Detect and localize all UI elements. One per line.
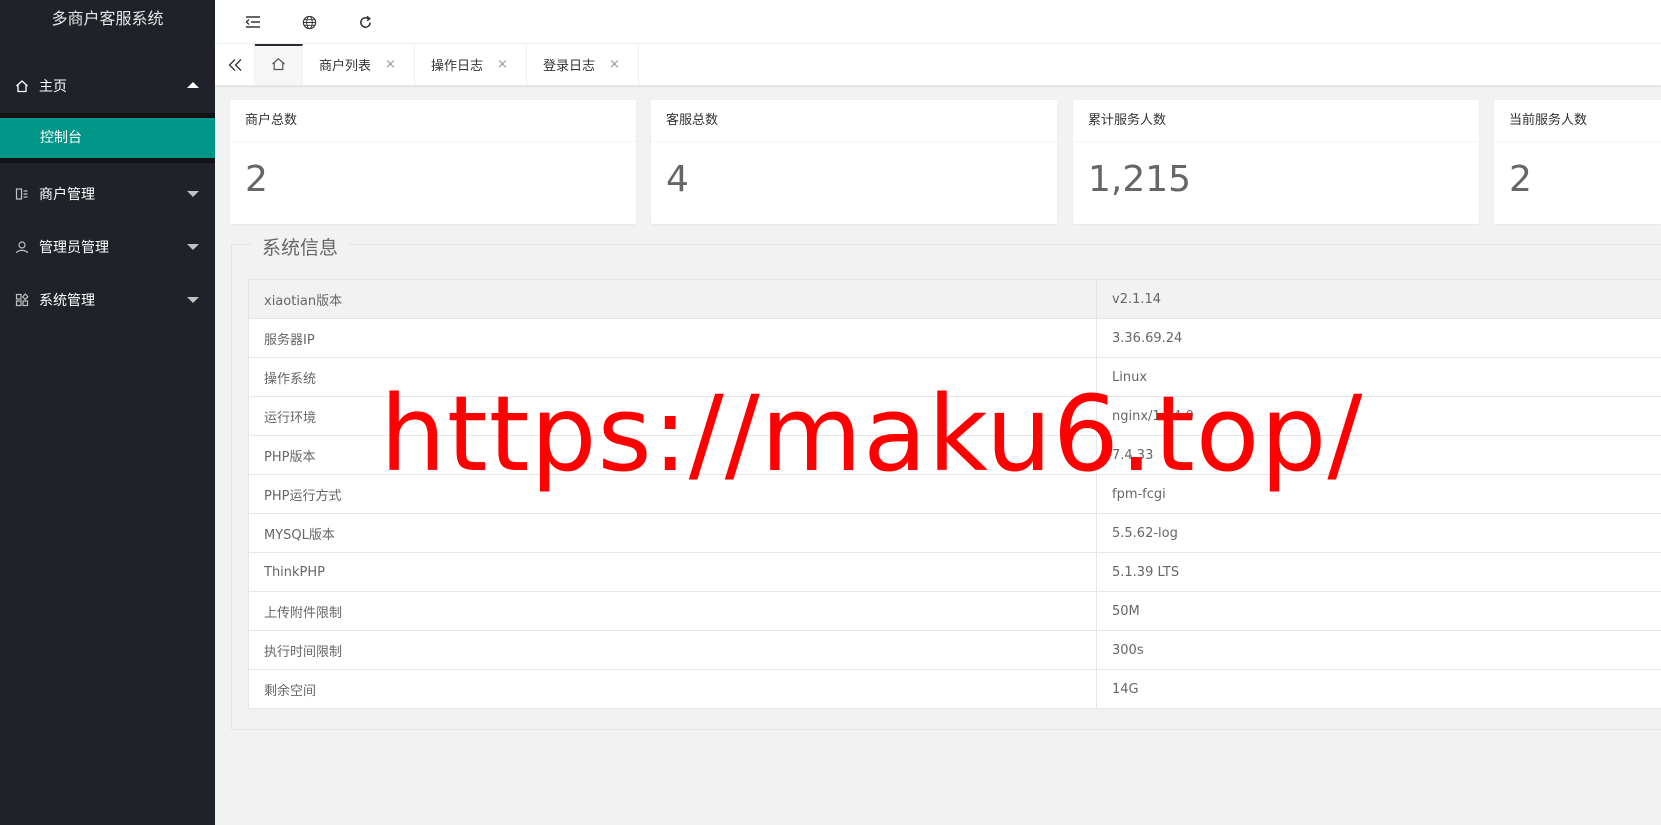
user-icon [15,240,29,254]
table-row: 服务器IP 3.36.69.24 [248,318,1661,358]
info-value: 7.4.33 [1096,435,1661,475]
sidebar-item-label: 商户管理 [39,186,95,203]
home-icon [271,57,286,75]
sidebar-item-label: 系统管理 [39,292,95,309]
close-icon[interactable]: × [497,57,508,72]
stat-card-total-served: 累计服务人数 1,215 [1073,100,1479,224]
sidebar-subitem-console[interactable]: 控制台 [0,118,215,158]
tab-home[interactable] [255,44,303,85]
tabs-scroll-left-icon[interactable] [215,44,255,85]
info-key: MYSQL版本 [248,513,1097,553]
stat-title: 客服总数 [651,100,1057,142]
stat-value: 1,215 [1088,159,1192,200]
chevron-down-icon [187,243,199,250]
tab-label: 操作日志 [431,59,484,74]
stat-title: 累计服务人数 [1073,100,1479,142]
info-key: 操作系统 [248,357,1097,397]
stat-card-merchants: 商户总数 2 [230,100,636,224]
info-value: 50M [1096,591,1661,631]
stat-title: 商户总数 [230,100,636,142]
top-header [215,0,1661,44]
tab-login-log[interactable]: 登录日志 × [527,44,639,85]
info-key: xiaotian版本 [248,279,1097,319]
page-tabs: 商户列表 × 操作日志 × 登录日志 × [215,44,1661,86]
sidebar-item-admin[interactable]: 管理员管理 [0,220,215,273]
table-row: 剩余空间 14G [248,669,1661,709]
chevron-up-icon [187,81,199,88]
info-key: 执行时间限制 [248,630,1097,670]
table-row: xiaotian版本 v2.1.14 [248,279,1661,319]
info-value: nginx/1.24.0 [1096,396,1661,436]
home-icon [15,79,29,93]
table-row: 运行环境 nginx/1.24.0 [248,396,1661,436]
system-info-table: xiaotian版本 v2.1.14 服务器IP 3.36.69.24 操作系统 Linu… [248,279,1661,709]
tab-operation-log[interactable]: 操作日志 × [415,44,527,85]
stat-value: 4 [666,159,689,200]
table-row: 操作系统 Linux [248,357,1661,397]
sidebar-item-label: 主页 [39,78,67,95]
stat-title: 当前服务人数 [1494,100,1661,142]
sidebar-item-label: 管理员管理 [39,239,109,256]
info-key: PHP运行方式 [248,474,1097,514]
info-key: 运行环境 [248,396,1097,436]
tab-merchant-list[interactable]: 商户列表 × [303,44,415,85]
close-icon[interactable]: × [609,57,620,72]
table-row: MYSQL版本 5.5.62-log [248,513,1661,553]
info-key: PHP版本 [248,435,1097,475]
table-row: PHP版本 7.4.33 [248,435,1661,475]
app-title: 多商户客服系统 [51,9,164,28]
info-value: 5.1.39 LTS [1096,552,1661,592]
info-value: 14G [1096,669,1661,709]
chevron-down-icon [187,190,199,197]
tab-label: 商户列表 [319,59,372,74]
system-info-panel: 系统信息 xiaotian版本 v2.1.14 服务器IP 3.36.69.24 操作系… [231,233,1661,730]
info-value: fpm-fcgi [1096,474,1661,514]
info-value: Linux [1096,357,1661,397]
sidebar-item-merchant[interactable]: 商户管理 [0,167,215,220]
close-icon[interactable]: × [385,57,396,72]
system-info-title: 系统信息 [252,233,349,260]
table-row: 执行时间限制 300s [248,630,1661,670]
sidebar: 多商户客服系统 主页 控制台 商户管理 管理员管理 系统管理 [0,0,215,825]
globe-icon[interactable] [297,10,321,34]
info-value: 5.5.62-log [1096,513,1661,553]
info-key: ThinkPHP [248,552,1097,592]
merchant-icon [15,187,29,201]
stat-card-current-served: 当前服务人数 2 [1494,100,1661,224]
info-key: 服务器IP [248,318,1097,358]
chevron-down-icon [187,296,199,303]
info-key: 剩余空间 [248,669,1097,709]
stat-value: 2 [245,159,268,200]
info-value: v2.1.14 [1096,279,1661,319]
info-value: 3.36.69.24 [1096,318,1661,358]
apps-icon [15,292,29,307]
sidebar-item-system[interactable]: 系统管理 [0,273,215,326]
stat-card-agents: 客服总数 4 [651,100,1057,224]
info-value: 300s [1096,630,1661,670]
info-key: 上传附件限制 [248,591,1097,631]
table-row: PHP运行方式 fpm-fcgi [248,474,1661,514]
sidebar-subnav: 控制台 [0,113,215,163]
menu-fold-icon[interactable] [241,10,265,34]
tab-label: 登录日志 [543,59,596,74]
table-row: ThinkPHP 5.1.39 LTS [248,552,1661,592]
stat-value: 2 [1509,159,1532,200]
table-row: 上传附件限制 50M [248,591,1661,631]
refresh-icon[interactable] [353,10,377,34]
sidebar-item-home[interactable]: 主页 [0,58,215,113]
